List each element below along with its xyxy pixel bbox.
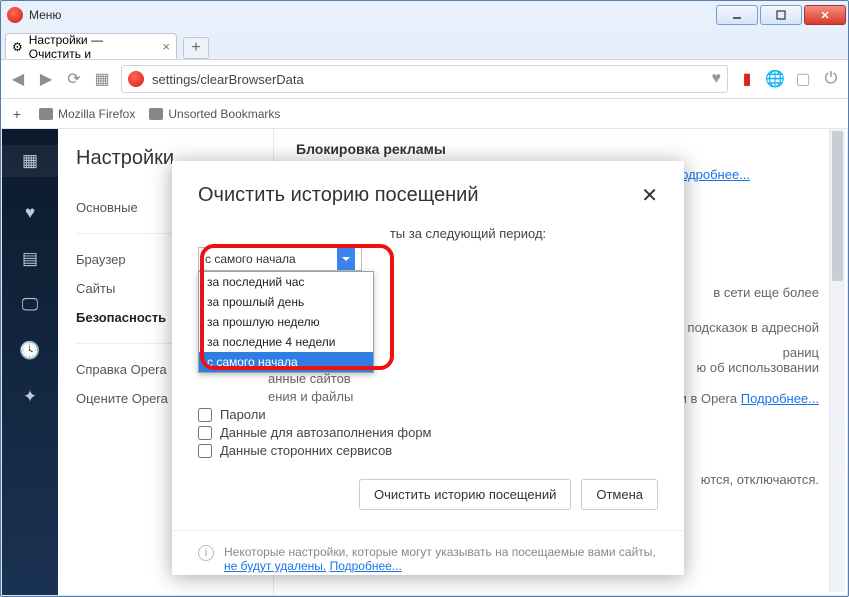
- opera-url-icon: [128, 71, 144, 87]
- clear-data-dialog: Очистить историю посещений ✕ ты за следу…: [172, 161, 684, 575]
- ck-thirdparty[interactable]: [198, 444, 212, 458]
- window-close-button[interactable]: [804, 5, 846, 25]
- cancel-button[interactable]: Отмена: [581, 479, 658, 510]
- toolbar: ◀ ▶ ⟳ ▦ ♥ ▮ 🌐 ▢ ⏻: [1, 59, 848, 99]
- folder-icon: [39, 108, 53, 120]
- period-select-wrap: с самого начала за последний час за прош…: [198, 247, 362, 271]
- opera-logo-icon: [7, 7, 23, 23]
- menu-button[interactable]: Меню: [29, 8, 61, 22]
- adblock-icon[interactable]: ▮: [738, 70, 756, 88]
- section-adblock-title: Блокировка рекламы: [296, 141, 825, 157]
- bookmark-label: Mozilla Firefox: [58, 107, 135, 121]
- vertical-scrollbar[interactable]: [829, 129, 845, 592]
- bookmark-heart-icon[interactable]: ♥: [712, 70, 722, 88]
- dialog-checkboxes: анные сайтов ения и файлы Пароли Данные …: [198, 371, 658, 458]
- period-option[interactable]: за последние 4 недели: [199, 332, 373, 352]
- dialog-buttons: Очистить историю посещений Отмена: [172, 465, 684, 524]
- footer-link[interactable]: не будут удалены.: [224, 559, 326, 573]
- window-controls: [716, 5, 848, 25]
- period-option-selected[interactable]: с самого начала: [199, 352, 373, 372]
- check-frag: анные сайтов: [268, 371, 351, 386]
- period-option[interactable]: за прошлый день: [199, 292, 373, 312]
- period-select-value: с самого начала: [205, 252, 296, 266]
- browser-tab[interactable]: ⚙ Настройки — Очистить и ×: [5, 33, 177, 59]
- bookmark-label: Unsorted Bookmarks: [168, 107, 280, 121]
- rail-extensions-icon[interactable]: ✦: [23, 387, 37, 407]
- url-input[interactable]: [152, 72, 704, 87]
- window-minimize-button[interactable]: [716, 5, 758, 25]
- shield-icon[interactable]: ▢: [794, 70, 812, 88]
- ck-label: Данные сторонних сервисов: [220, 443, 392, 458]
- chevron-down-icon: [337, 248, 355, 270]
- check-frag: ения и файлы: [268, 389, 353, 404]
- ck-autofill[interactable]: [198, 426, 212, 440]
- window-titlebar: Меню: [1, 1, 848, 29]
- period-option[interactable]: за прошлую неделю: [199, 312, 373, 332]
- back-button[interactable]: ◀: [9, 70, 27, 88]
- gear-icon: ⚙: [12, 40, 23, 54]
- rail-heart-icon[interactable]: ♥: [25, 203, 35, 223]
- power-icon[interactable]: ⏻: [822, 70, 840, 88]
- folder-icon: [149, 108, 163, 120]
- bookmark-folder[interactable]: Unsorted Bookmarks: [149, 107, 280, 121]
- clear-button[interactable]: Очистить историю посещений: [359, 479, 571, 510]
- rail-news-icon[interactable]: ▤: [22, 249, 38, 269]
- tab-title: Настройки — Очистить и: [29, 33, 157, 61]
- ck-label: Пароли: [220, 407, 266, 422]
- dialog-body: ты за следующий период: с самого начала …: [172, 214, 684, 465]
- period-option[interactable]: за последний час: [199, 272, 373, 292]
- period-label: ты за следующий период:: [198, 226, 658, 241]
- tab-close-button[interactable]: ×: [162, 39, 170, 54]
- ck-passwords[interactable]: [198, 408, 212, 422]
- footer-text: Некоторые настройки, которые могут указы…: [224, 545, 656, 573]
- tab-strip: ⚙ Настройки — Очистить и × +: [1, 29, 848, 59]
- new-tab-button[interactable]: +: [183, 37, 209, 59]
- period-dropdown: за последний час за прошлый день за прош…: [198, 271, 374, 373]
- window-maximize-button[interactable]: [760, 5, 802, 25]
- ck-label: Данные для автозаполнения форм: [220, 425, 432, 440]
- address-bar[interactable]: ♥: [121, 65, 728, 93]
- add-bookmark-button[interactable]: +: [9, 106, 25, 122]
- dialog-footer: i Некоторые настройки, которые могут ука…: [172, 530, 684, 587]
- bookmarks-bar: + Mozilla Firefox Unsorted Bookmarks: [1, 99, 848, 129]
- speed-dial-button[interactable]: ▦: [93, 70, 111, 88]
- dialog-close-button[interactable]: ✕: [641, 183, 658, 208]
- toolbar-right-icons: ▮ 🌐 ▢ ⏻: [738, 70, 840, 88]
- dialog-title: Очистить историю посещений: [198, 184, 479, 207]
- globe-icon[interactable]: 🌐: [766, 70, 784, 88]
- rail-speed-dial-icon[interactable]: ▦: [2, 145, 58, 177]
- reload-button[interactable]: ⟳: [65, 70, 83, 88]
- period-select[interactable]: с самого начала: [198, 247, 362, 271]
- footer-link[interactable]: Подробнее...: [330, 559, 402, 573]
- more-link[interactable]: Подробнее...: [741, 391, 819, 406]
- forward-button[interactable]: ▶: [37, 70, 55, 88]
- left-rail: ▦ ♥ ▤ 🖵 🕓 ✦: [2, 129, 58, 595]
- scrollbar-thumb[interactable]: [832, 131, 843, 281]
- info-icon: i: [198, 545, 214, 561]
- rail-history-icon[interactable]: 🕓: [19, 341, 40, 361]
- rail-desktop-icon[interactable]: 🖵: [22, 295, 38, 315]
- dialog-header: Очистить историю посещений ✕: [172, 161, 684, 214]
- bookmark-folder[interactable]: Mozilla Firefox: [39, 107, 135, 121]
